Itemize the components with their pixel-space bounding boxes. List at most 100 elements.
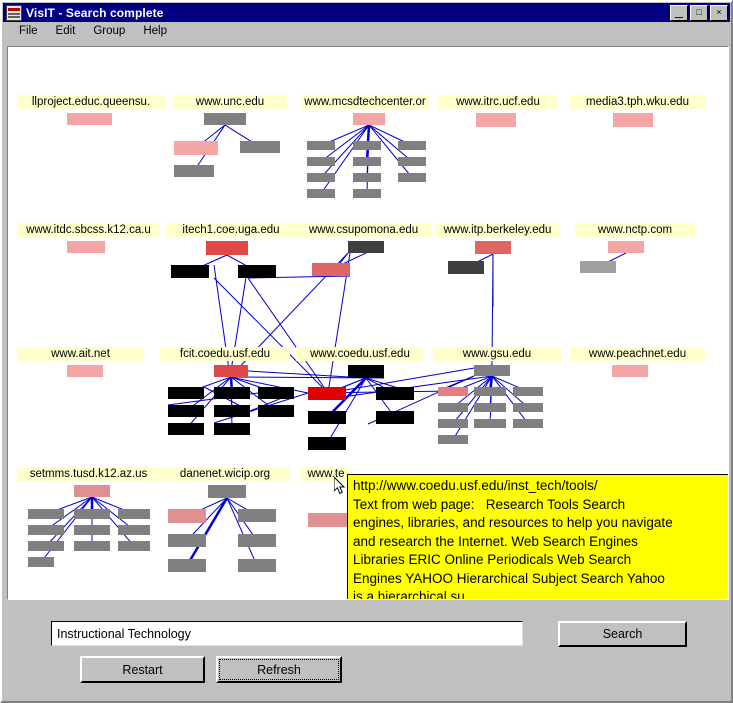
graph-node-root-peachnet[interactable] <box>612 365 648 377</box>
minimize-button[interactable]: _ <box>670 3 688 21</box>
graph-node[interactable] <box>168 559 206 572</box>
graph-node-root-unc[interactable] <box>204 113 246 125</box>
graph-node[interactable] <box>168 509 206 523</box>
graph-node-root-csupomona[interactable] <box>348 241 384 253</box>
graph-node[interactable] <box>307 141 335 150</box>
graph-node-root-itp[interactable] <box>475 241 511 254</box>
graph-node[interactable] <box>474 419 506 428</box>
graph-node[interactable] <box>353 157 381 166</box>
graph-node[interactable] <box>307 189 335 198</box>
graph-node[interactable] <box>448 261 484 274</box>
graph-node-root-gsu[interactable] <box>474 365 510 376</box>
graph-node-root-coedu[interactable] <box>348 365 384 378</box>
graph-node[interactable] <box>74 525 110 535</box>
graph-node[interactable] <box>171 265 209 278</box>
graph-node-root-itdc[interactable] <box>67 241 105 253</box>
graph-node-root-fcit[interactable] <box>214 365 248 377</box>
graph-node[interactable] <box>438 387 468 396</box>
graph-node[interactable] <box>353 173 381 182</box>
graph-node[interactable] <box>74 541 110 551</box>
graph-node[interactable] <box>238 534 276 547</box>
refresh-button[interactable]: Refresh <box>216 656 342 683</box>
graph-node[interactable] <box>28 525 64 535</box>
graph-node[interactable] <box>258 405 294 417</box>
restart-button[interactable]: Restart <box>80 656 205 683</box>
cluster-label-itech1[interactable]: itech1.coe.uga.edu <box>166 223 296 237</box>
graph-node[interactable] <box>513 419 543 428</box>
graph-node-root-itech1[interactable] <box>206 241 248 255</box>
cluster-label-gsu[interactable]: www.gsu.edu <box>433 347 561 361</box>
graph-node[interactable] <box>214 405 250 417</box>
graph-node[interactable] <box>474 403 506 412</box>
cluster-label-csupomona[interactable]: www.csupomona.edu <box>296 223 431 237</box>
graph-node[interactable] <box>238 509 276 522</box>
graph-node[interactable] <box>398 157 426 166</box>
menu-item-help[interactable]: Help <box>134 24 176 38</box>
graph-node[interactable] <box>118 525 150 535</box>
graph-node[interactable] <box>28 541 64 551</box>
search-button[interactable]: Search <box>558 621 687 647</box>
graph-node[interactable] <box>214 387 250 399</box>
graph-node[interactable] <box>214 423 250 435</box>
graph-node-root-itrc[interactable] <box>476 113 516 127</box>
menu-item-edit[interactable]: Edit <box>47 24 85 38</box>
graph-node[interactable] <box>312 263 350 276</box>
graph-node[interactable] <box>353 189 381 198</box>
graph-node-root-media3[interactable] <box>613 113 653 127</box>
graph-node[interactable] <box>238 559 276 572</box>
cluster-label-mcsd[interactable]: www.mcsdtechcenter.or <box>301 95 429 109</box>
graph-node[interactable] <box>376 411 414 424</box>
graph-node[interactable] <box>258 387 294 399</box>
cluster-label-coedu[interactable]: www.coedu.usf.edu <box>296 347 424 361</box>
graph-node-root-mcsd[interactable] <box>353 113 385 125</box>
graph-node[interactable] <box>513 403 543 412</box>
graph-node[interactable] <box>376 387 414 400</box>
graph-node[interactable] <box>168 534 206 547</box>
graph-node[interactable] <box>308 411 346 424</box>
graph-node[interactable] <box>118 509 150 519</box>
cluster-label-llproject[interactable]: llproject.educ.queensu. <box>17 95 165 109</box>
graph-node[interactable] <box>28 557 54 567</box>
graph-node[interactable] <box>174 141 218 155</box>
menu-item-file[interactable]: File <box>10 24 47 38</box>
graph-node[interactable] <box>118 541 150 551</box>
graph-node[interactable] <box>168 405 204 417</box>
graph-node-root-danenet[interactable] <box>208 485 246 498</box>
graph-node[interactable] <box>438 419 468 428</box>
graph-node[interactable] <box>308 387 346 400</box>
graph-node[interactable] <box>168 423 204 435</box>
graph-node[interactable] <box>307 157 335 166</box>
graph-node[interactable] <box>474 387 506 396</box>
cluster-label-partial[interactable]: www.te <box>300 467 352 481</box>
cluster-label-setmms[interactable]: setmms.tusd.k12.az.us <box>17 467 160 481</box>
graph-node[interactable] <box>28 509 64 519</box>
cluster-label-peachnet[interactable]: www.peachnet.edu <box>570 347 705 361</box>
graph-node-root-nctp[interactable] <box>608 241 644 253</box>
graph-node-root-partial[interactable] <box>308 513 348 527</box>
graph-node[interactable] <box>438 435 468 444</box>
graph-node-root-setmms[interactable] <box>74 485 110 497</box>
cluster-label-danenet[interactable]: danenet.wicip.org <box>160 467 290 481</box>
search-input[interactable] <box>51 621 523 646</box>
graph-canvas[interactable]: llproject.educ.queensu. www.unc.edu www.mc… <box>7 46 729 600</box>
close-button[interactable]: × <box>710 4 728 21</box>
graph-node[interactable] <box>398 173 426 182</box>
cluster-label-itrc[interactable]: www.itrc.ucf.edu <box>438 95 558 109</box>
graph-node[interactable] <box>580 261 616 273</box>
menu-item-group[interactable]: Group <box>84 24 134 38</box>
maximize-button[interactable]: □ <box>690 4 708 21</box>
cluster-label-itdc[interactable]: www.itdc.sbcss.k12.ca.u <box>17 223 160 237</box>
cluster-label-unc[interactable]: www.unc.edu <box>173 95 287 109</box>
graph-node[interactable] <box>74 509 110 519</box>
graph-node-root-ait[interactable] <box>67 365 103 377</box>
graph-node[interactable] <box>353 141 381 150</box>
cluster-label-itp[interactable]: www.itp.berkeley.edu <box>435 223 560 237</box>
cluster-label-media3[interactable]: media3.tph.wku.edu <box>570 95 705 109</box>
graph-node[interactable] <box>438 403 468 412</box>
graph-node[interactable] <box>174 165 214 177</box>
graph-node-root-llproject[interactable] <box>67 113 112 125</box>
graph-node[interactable] <box>398 141 426 150</box>
graph-node[interactable] <box>308 437 346 450</box>
graph-node[interactable] <box>307 173 335 182</box>
cluster-label-fcit[interactable]: fcit.coedu.usf.edu <box>160 347 290 361</box>
